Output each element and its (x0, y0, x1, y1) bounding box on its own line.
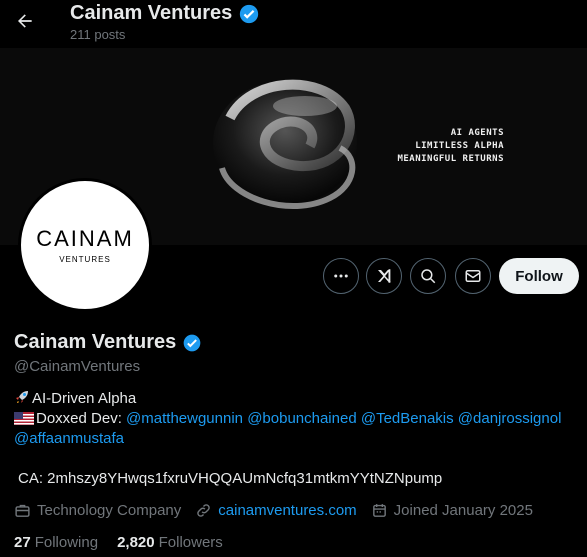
avatar-logo-text: CAINAM (36, 226, 134, 251)
website-link[interactable]: cainamventures.com (218, 502, 356, 519)
bio-doxxed-label: Doxxed Dev: (36, 410, 127, 427)
profile-handle: @CainamVentures (14, 358, 141, 375)
mention-link[interactable]: @bobunchained (247, 410, 356, 427)
post-count: 211 posts (70, 27, 126, 42)
followers-link[interactable]: 2,820 Followers (117, 534, 223, 551)
profile-name: Cainam Ventures (14, 331, 202, 354)
followers-label: Followers (158, 534, 223, 551)
header-title-text: Cainam Ventures (70, 2, 233, 24)
briefcase-icon (15, 504, 30, 517)
search-button[interactable] (410, 258, 446, 294)
category-text: Technology Company (37, 502, 182, 519)
mention-link[interactable]: @affaanmustafa (14, 430, 124, 447)
banner-line: MEANINGFUL RETURNS (397, 154, 504, 164)
back-button[interactable] (10, 6, 40, 36)
mention-link[interactable]: @TedBenakis (361, 410, 454, 427)
profile-stats: 27 Following 2,820 Followers (14, 534, 242, 551)
meta-joined: Joined January 2025 (371, 502, 533, 519)
profile-bio: AI-Driven Alpha Doxxed Dev: @matthewgunn… (14, 389, 579, 449)
profile-name-text: Cainam Ventures (14, 331, 177, 353)
more-button[interactable] (323, 258, 359, 294)
grok-icon (378, 269, 391, 283)
banner-line: AI AGENTS (450, 128, 504, 138)
search-icon (421, 269, 436, 284)
bio-line-2: Doxxed Dev: @matthewgunnin @bobunchained… (14, 409, 579, 449)
grok-button[interactable] (366, 258, 402, 294)
followers-count: 2,820 (117, 534, 155, 551)
more-icon (334, 274, 348, 278)
joined-text: Joined January 2025 (393, 502, 533, 519)
us-flag-icon (14, 412, 34, 425)
message-button[interactable] (455, 258, 491, 294)
message-icon (465, 270, 481, 282)
top-bar: Cainam Ventures 211 posts (0, 0, 587, 48)
follow-button[interactable]: Follow (499, 258, 579, 294)
header-title: Cainam Ventures (70, 2, 260, 25)
banner-tagline: AI AGENTS LIMITLESS ALPHA MEANINGFUL RET… (380, 127, 504, 166)
verified-badge-icon (240, 4, 259, 23)
bio-line-1-text: AI-Driven Alpha (32, 390, 137, 407)
following-count: 27 (14, 534, 31, 551)
avatar[interactable]: CAINAM VENTURES (18, 178, 152, 312)
contract-address: CA: 2mhszy8YHwqs1fxruVHQQAUmNcfq31mtkmYY… (18, 470, 443, 487)
verified-badge-icon[interactable] (182, 333, 202, 353)
bio-line-1: AI-Driven Alpha (14, 389, 579, 409)
meta-category: Technology Company (14, 502, 181, 519)
avatar-logo-subtext: VENTURES (59, 255, 111, 264)
arrow-left-icon (18, 14, 32, 28)
rocket-icon (16, 391, 28, 403)
banner-line: LIMITLESS ALPHA (415, 141, 504, 151)
mention-link[interactable]: @matthewgunnin (126, 410, 243, 427)
mention-link[interactable]: @danjrossignol (458, 410, 562, 427)
link-icon (197, 504, 211, 517)
meta-website: cainamventures.com (195, 502, 357, 519)
following-label: Following (34, 534, 99, 551)
profile-meta: Technology Company cainamventures.com Jo… (14, 502, 547, 519)
following-link[interactable]: 27 Following (14, 534, 98, 551)
calendar-icon (372, 504, 386, 517)
